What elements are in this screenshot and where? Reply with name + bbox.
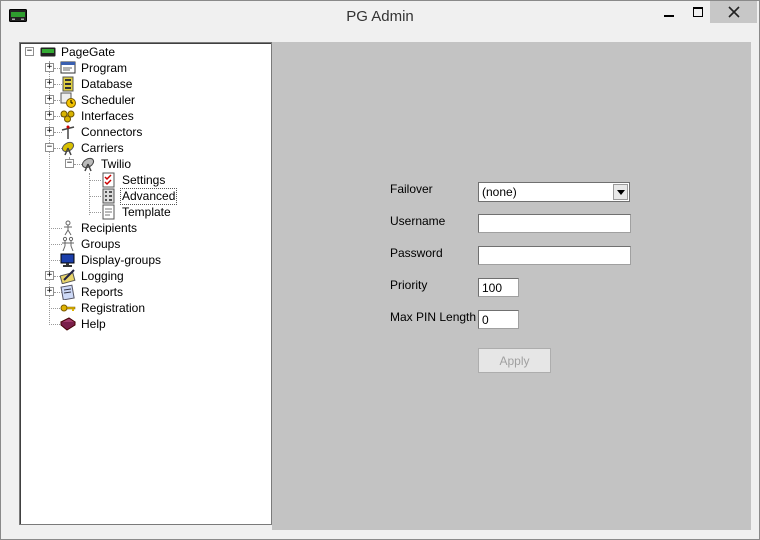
expand-interfaces-toggle[interactable]: + (45, 111, 54, 120)
expand-logging-toggle[interactable]: + (45, 271, 54, 280)
tree-label: Carriers (81, 140, 124, 155)
tree-item-groups[interactable]: Groups (60, 236, 122, 252)
tree-item-program[interactable]: Program (60, 60, 129, 76)
tree-label: Recipients (81, 220, 138, 235)
display-groups-icon (60, 253, 75, 267)
maximize-icon (692, 7, 703, 17)
tree-label: Reports (81, 284, 124, 299)
collapse-carriers-toggle[interactable]: − (45, 143, 54, 152)
tree-item-interfaces[interactable]: Interfaces (60, 108, 136, 124)
scheduler-icon (60, 92, 76, 108)
settings-icon (102, 172, 115, 188)
tree-label: Twilio (101, 156, 132, 171)
priority-input[interactable] (478, 278, 519, 297)
window-title: PG Admin (346, 8, 414, 25)
advanced-settings-panel: Failover (none) Username Password Priori… (272, 42, 751, 530)
tree-item-template[interactable]: Template (101, 204, 173, 220)
username-label: Username (390, 214, 446, 228)
tree-label: Connectors (81, 124, 143, 139)
connectors-icon (61, 125, 75, 139)
tree-item-advanced[interactable]: Advanced (101, 187, 178, 205)
tree-item-display-groups[interactable]: Display-groups (60, 252, 163, 268)
tree-item-reports[interactable]: Reports (60, 284, 125, 300)
tree-item-carriers[interactable]: Carriers (60, 140, 126, 156)
failover-label: Failover (390, 182, 433, 196)
expand-program-toggle[interactable]: + (45, 63, 54, 72)
tree-label: Scheduler (81, 92, 136, 107)
max-pin-length-input[interactable] (478, 310, 519, 329)
tree-label: PageGate (61, 44, 116, 59)
tree-item-help[interactable]: Help (60, 316, 108, 332)
database-icon (62, 76, 74, 92)
recipients-icon (64, 220, 72, 236)
tree-label: Settings (122, 172, 166, 187)
failover-value: (none) (482, 185, 517, 199)
close-button[interactable] (710, 1, 757, 23)
password-label: Password (390, 246, 443, 260)
key-icon (60, 304, 76, 312)
template-icon (102, 204, 115, 220)
title-bar[interactable]: PG Admin (1, 1, 759, 32)
close-icon (727, 6, 740, 18)
apply-button[interactable]: Apply (478, 348, 551, 373)
tree-item-twilio[interactable]: Twilio (80, 156, 133, 172)
tree-label: Program (81, 60, 128, 75)
tree-label: Interfaces (81, 108, 134, 123)
tree-item-pagegate[interactable]: PageGate (40, 44, 117, 60)
collapse-root-toggle[interactable]: − (25, 47, 34, 56)
tree-label: Template (122, 204, 171, 219)
dropdown-arrow-icon[interactable] (613, 184, 628, 200)
tree-item-scheduler[interactable]: Scheduler (60, 92, 137, 108)
tree-item-connectors[interactable]: Connectors (60, 124, 144, 140)
username-input[interactable] (478, 214, 631, 233)
navigation-tree[interactable]: − + + + + + − − + + PageGate Program Dat… (19, 42, 272, 525)
tree-item-settings[interactable]: Settings (101, 172, 167, 188)
expand-scheduler-toggle[interactable]: + (45, 95, 54, 104)
groups-icon (62, 236, 74, 252)
priority-label: Priority (390, 278, 428, 292)
expand-connectors-toggle[interactable]: + (45, 127, 54, 136)
carriers-icon (61, 141, 75, 156)
app-window: PG Admin − + + + + + − − + + PageGate Pr… (0, 0, 760, 540)
max-pin-length-label: Max PIN Length (390, 310, 477, 324)
logging-icon (60, 269, 76, 284)
tree-item-database[interactable]: Database (60, 76, 134, 92)
expand-reports-toggle[interactable]: + (45, 287, 54, 296)
reports-icon (60, 284, 75, 300)
tree-label: Logging (81, 268, 124, 283)
password-input[interactable] (478, 246, 631, 265)
help-book-icon (60, 317, 76, 331)
expand-database-toggle[interactable]: + (45, 79, 54, 88)
program-icon (60, 61, 76, 74)
tree-label: Display-groups (81, 252, 162, 267)
tree-label: Registration (81, 300, 146, 315)
tree-label: Database (81, 76, 133, 91)
tree-label: Help (81, 316, 106, 331)
tree-item-registration[interactable]: Registration (60, 300, 147, 316)
pager-icon (40, 47, 56, 57)
tree-item-recipients[interactable]: Recipients (60, 220, 139, 236)
tree-label: Groups (81, 236, 121, 251)
failover-select[interactable]: (none) (478, 182, 630, 202)
tree-item-logging[interactable]: Logging (60, 268, 126, 284)
interfaces-icon (60, 110, 75, 123)
tree-label: Advanced (120, 187, 178, 205)
collapse-twilio-toggle[interactable]: − (65, 159, 74, 168)
satellite-dish-icon (81, 157, 95, 172)
advanced-icon (102, 188, 115, 204)
minimize-icon (663, 15, 674, 17)
